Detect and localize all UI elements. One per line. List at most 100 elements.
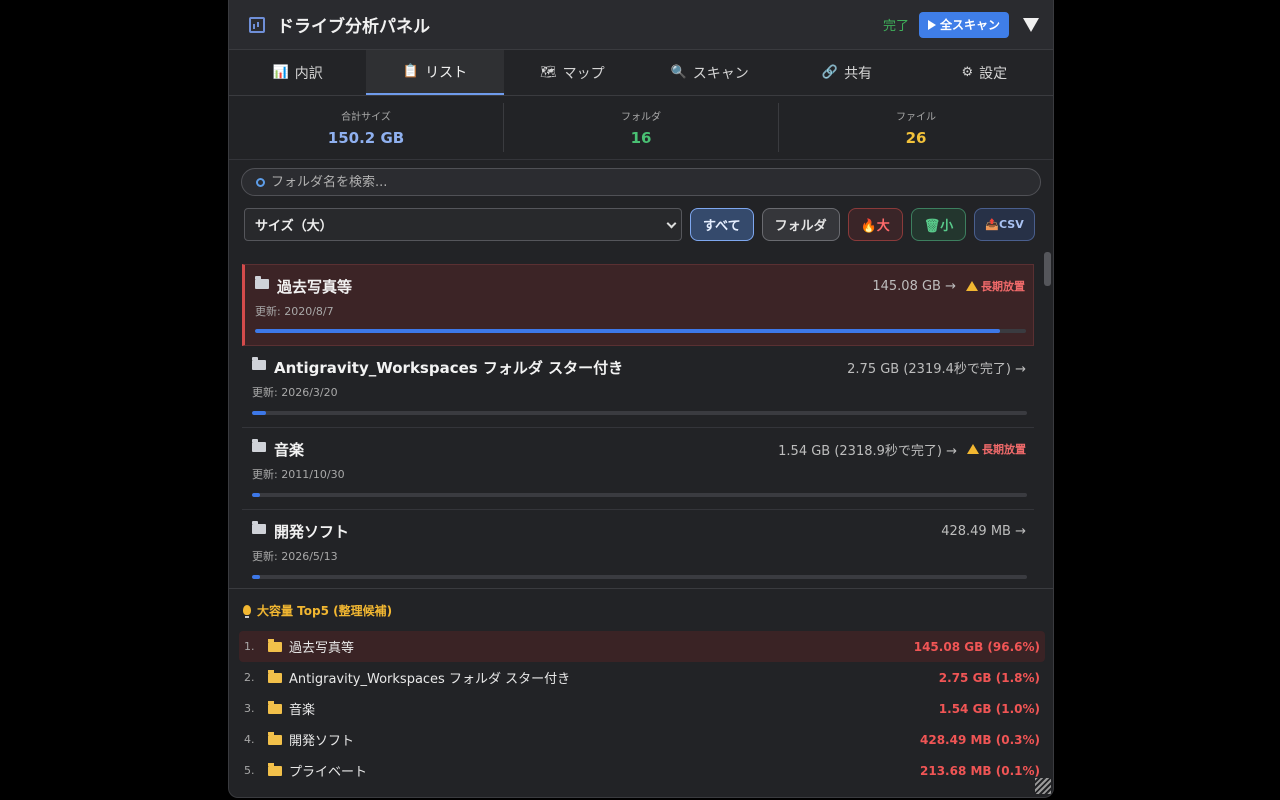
size-progress-bar — [252, 411, 1027, 415]
export-csv-button[interactable]: 📤CSV — [974, 208, 1035, 241]
chart-icon — [249, 16, 265, 33]
top5-name: 開発ソフト — [289, 734, 355, 749]
top5-rank: 5. — [244, 764, 255, 777]
top5-title: 大容量 Top5 (整理候補) — [257, 603, 393, 618]
search-icon — [256, 177, 265, 187]
updated-date: 更新: 2026/3/20 — [252, 386, 338, 399]
collapse-triangle-icon[interactable] — [1023, 17, 1039, 32]
folder-icon — [268, 762, 282, 776]
tab-bar: 📊 内訳 📋 リスト 🗺 マップ 🔍 スキャン 🔗 共有 ⚙ 設定 — [229, 50, 1053, 96]
play-icon — [927, 19, 936, 30]
search-input[interactable] — [271, 174, 991, 190]
stale-warning-label: 長期放置 — [981, 280, 1025, 293]
top5-row[interactable]: 1. 過去写真等 145.08 GB (96.6%) — [239, 631, 1045, 662]
top5-row[interactable]: 4. 開発ソフト 428.49 MB (0.3%) — [239, 724, 1045, 755]
list-item[interactable]: Antigravity_Workspaces フォルダ スター付き 2.75 G… — [242, 346, 1034, 428]
stat-folders: フォルダ 16 — [504, 103, 779, 152]
tab-label: スキャン — [692, 65, 749, 82]
stat-label: ファイル — [896, 112, 936, 123]
full-scan-button[interactable]: 全スキャン — [918, 11, 1009, 38]
list-item[interactable]: 音楽 1.54 GB (2318.9秒で完了) → 長期放置 更新: 2011/… — [242, 428, 1034, 510]
tab-list[interactable]: 📋 リスト — [366, 50, 504, 95]
stat-total-size: 合計サイズ 150.2 GB — [229, 103, 504, 152]
resize-handle-icon[interactable] — [1035, 778, 1051, 794]
folder-icon — [268, 669, 282, 683]
top5-section: 大容量 Top5 (整理候補) 1. 過去写真等 145.08 GB (96.6… — [229, 588, 1053, 797]
tab-label: リスト — [425, 64, 468, 81]
folder-icon — [252, 521, 266, 534]
size-progress-bar — [252, 493, 1027, 497]
filter-large-button[interactable]: 🔥大 — [847, 208, 903, 241]
stat-files: ファイル 26 — [779, 103, 1053, 152]
top5-size: 213.68 MB (0.1%) — [920, 763, 1040, 778]
tab-breakdown[interactable]: 📊 内訳 — [229, 50, 366, 95]
updated-date: 更新: 2020/8/7 — [255, 305, 334, 318]
stat-label: フォルダ — [621, 112, 661, 123]
folder-size: 145.08 GB → — [872, 278, 956, 294]
clipboard-icon: 📋 — [402, 64, 420, 79]
warning-icon — [967, 444, 979, 454]
magnifier-icon: 🔍 — [670, 65, 687, 80]
top5-row[interactable]: 3. 音楽 1.54 GB (1.0%) — [239, 693, 1045, 724]
stale-warning: 長期放置 — [967, 441, 1026, 457]
folder-name: 開発ソフト — [274, 522, 350, 541]
search-box[interactable] — [241, 168, 1041, 196]
folder-size: 1.54 GB (2318.9秒で完了) → — [778, 443, 957, 459]
sort-select[interactable]: サイズ（大） — [244, 208, 682, 241]
top5-name: プライベート — [289, 765, 368, 780]
stale-warning-label: 長期放置 — [982, 443, 1026, 456]
folder-size: 2.75 GB (2319.4秒で完了) → — [847, 361, 1026, 377]
top5-rank: 4. — [244, 733, 255, 746]
tab-label: 共有 — [844, 65, 873, 82]
top5-row[interactable]: 2. Antigravity_Workspaces フォルダ スター付き 2.7… — [239, 662, 1045, 693]
folder-icon — [252, 357, 266, 370]
top5-rank: 2. — [244, 671, 255, 684]
folder-list: 過去写真等 145.08 GB → 長期放置 更新: 2020/8/7 Anti… — [242, 264, 1034, 588]
warning-icon — [966, 281, 978, 291]
top5-size: 145.08 GB (96.6%) — [913, 639, 1040, 654]
top5-rank: 3. — [244, 702, 255, 715]
folder-icon — [268, 731, 282, 745]
stat-value: 16 — [630, 129, 652, 147]
top5-size: 428.49 MB (0.3%) — [920, 732, 1040, 747]
top5-name: Antigravity_Workspaces フォルダ スター付き — [289, 672, 571, 687]
filter-small-button[interactable]: 🗑小 — [910, 208, 967, 241]
size-progress-bar — [252, 575, 1027, 579]
list-scrollbar[interactable] — [1044, 252, 1051, 286]
folder-icon — [268, 700, 282, 714]
filter-toolbar: サイズ（大） すべて フォルダ 🔥大 🗑小 📤CSV — [229, 196, 1053, 241]
folder-icon — [252, 439, 266, 452]
top5-header: 大容量 Top5 (整理候補) — [239, 589, 1045, 631]
size-progress-fill — [255, 329, 1000, 333]
size-progress-fill — [252, 575, 260, 579]
stat-label: 合計サイズ — [341, 112, 391, 123]
list-item[interactable]: 過去写真等 145.08 GB → 長期放置 更新: 2020/8/7 — [242, 264, 1034, 346]
tab-share[interactable]: 🔗 共有 — [778, 50, 915, 95]
top5-name: 音楽 — [289, 703, 316, 718]
filter-folder-button[interactable]: フォルダ — [761, 208, 840, 241]
gear-icon: ⚙ — [961, 65, 974, 80]
lightbulb-icon — [243, 605, 251, 618]
top5-name: 過去写真等 — [289, 641, 355, 656]
top5-size: 2.75 GB (1.8%) — [938, 670, 1040, 685]
tab-label: 内訳 — [294, 65, 323, 82]
summary-stats: 合計サイズ 150.2 GB フォルダ 16 ファイル 26 — [229, 96, 1053, 160]
tab-scan[interactable]: 🔍 スキャン — [641, 50, 778, 95]
drive-analysis-panel: ドライブ分析パネル 完了 全スキャン 📊 内訳 📋 リスト 🗺 マップ 🔍 スキ… — [228, 0, 1054, 798]
list-item[interactable]: 開発ソフト 428.49 MB → 更新: 2026/5/13 — [242, 510, 1034, 588]
folder-name: Antigravity_Workspaces フォルダ スター付き — [274, 358, 624, 377]
bar-chart-icon: 📊 — [272, 65, 289, 80]
size-progress-fill — [252, 411, 266, 415]
folder-size: 428.49 MB → — [941, 523, 1026, 539]
top5-row[interactable]: 5. プライベート 213.68 MB (0.1%) — [239, 755, 1045, 786]
folder-name: 過去写真等 — [277, 277, 353, 296]
folder-icon — [255, 276, 269, 289]
full-scan-label: 全スキャン — [939, 18, 1000, 32]
map-icon: 🗺 — [540, 65, 557, 80]
tab-settings[interactable]: ⚙ 設定 — [916, 50, 1053, 95]
updated-date: 更新: 2026/5/13 — [252, 550, 338, 563]
filter-all-button[interactable]: すべて — [690, 208, 754, 241]
top5-rank: 1. — [244, 640, 255, 653]
panel-title: ドライブ分析パネル — [277, 17, 430, 37]
tab-map[interactable]: 🗺 マップ — [504, 50, 641, 95]
